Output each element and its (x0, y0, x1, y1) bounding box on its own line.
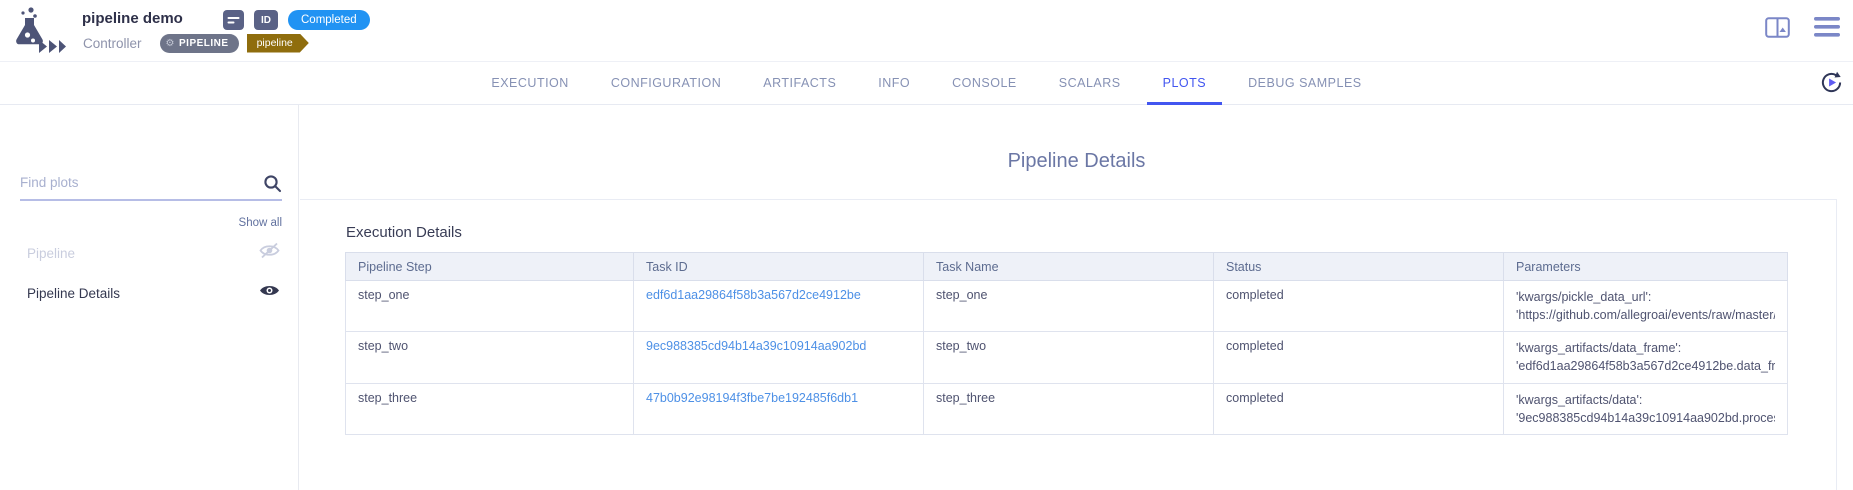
table-row: step_one edf6d1aa29864f58b3a567d2ce4912b… (346, 281, 1788, 332)
status-badge: Completed (288, 10, 370, 30)
experiment-flask-icon (8, 4, 66, 63)
tab-scalars[interactable]: SCALARS (1043, 62, 1137, 105)
id-badge[interactable]: ID (254, 10, 278, 30)
parameters-cell: 'kwargs_artifacts/data_frame': 'edf6d1aa… (1504, 332, 1788, 383)
plot-item-label: Pipeline Details (27, 286, 259, 301)
param-key: 'kwargs_artifacts/data': (1516, 391, 1775, 409)
tab-execution[interactable]: EXECUTION (475, 62, 584, 105)
header-actions (1765, 16, 1840, 43)
pipeline-step-cell: step_two (346, 332, 634, 383)
parameters-cell: 'kwargs/pickle_data_url': 'https://githu… (1504, 281, 1788, 332)
controller-label: Controller (83, 36, 142, 51)
parameters-cell: 'kwargs_artifacts/data': '9ec988385cd94b… (1504, 383, 1788, 434)
param-key: 'kwargs_artifacts/data_frame': (1516, 339, 1775, 357)
task-id-link[interactable]: edf6d1aa29864f58b3a567d2ce4912be (646, 288, 861, 302)
param-value: '9ec988385cd94b14a39c10914aa902bd.proces… (1516, 409, 1775, 427)
param-key: 'kwargs/pickle_data_url': (1516, 288, 1775, 306)
search-input[interactable] (20, 167, 256, 197)
execution-details-table: Pipeline Step Task ID Task Name Status P… (345, 252, 1788, 435)
task-name-cell: step_one (924, 281, 1214, 332)
user-tag-pipeline: pipeline (247, 34, 309, 53)
tab-plots[interactable]: PLOTS (1147, 62, 1223, 105)
top-header: pipeline demo Controller ⚙PIPELINE pipel… (0, 0, 1853, 62)
gear-icon: ⚙ (166, 38, 175, 49)
status-cell: completed (1214, 332, 1504, 383)
eye-icon[interactable] (259, 283, 280, 303)
tab-bar: EXECUTION CONFIGURATION ARTIFACTS INFO C… (0, 62, 1853, 105)
header-badges: ID Completed (223, 10, 370, 30)
experiment-title: pipeline demo (82, 10, 183, 27)
hamburger-menu-icon[interactable] (1814, 16, 1840, 43)
plot-card: Execution Details Pipeline Step Task ID … (300, 199, 1837, 490)
tab-debug-samples[interactable]: DEBUG SAMPLES (1232, 62, 1377, 105)
col-header-pipeline-step: Pipeline Step (346, 253, 634, 281)
col-header-task-name: Task Name (924, 253, 1214, 281)
col-header-task-id: Task ID (634, 253, 924, 281)
plots-sidebar: Show all Pipeline Pipeline Details (0, 105, 299, 490)
table-header-row: Pipeline Step Task ID Task Name Status P… (346, 253, 1788, 281)
task-name-cell: step_three (924, 383, 1214, 434)
plot-list-item-pipeline-details[interactable]: Pipeline Details (0, 273, 298, 313)
param-value: 'edf6d1aa29864f58b3a567d2ce4912be.data_f… (1516, 357, 1775, 375)
table-row: step_three 47b0b92e98194f3fbe7be192485f6… (346, 383, 1788, 434)
col-header-parameters: Parameters (1504, 253, 1788, 281)
status-cell: completed (1214, 383, 1504, 434)
pipeline-step-cell: step_one (346, 281, 634, 332)
plot-main-area: Pipeline Details Execution Details Pipel… (300, 105, 1853, 490)
description-notes-icon[interactable] (223, 10, 244, 30)
table-row: step_two 9ec988385cd94b14a39c10914aa902b… (346, 332, 1788, 383)
task-id-link[interactable]: 9ec988385cd94b14a39c10914aa902bd (646, 339, 866, 353)
split-view-icon[interactable] (1765, 17, 1790, 43)
eye-off-icon[interactable] (259, 242, 280, 264)
tab-artifacts[interactable]: ARTIFACTS (747, 62, 852, 105)
tab-configuration[interactable]: CONFIGURATION (595, 62, 737, 105)
param-value: 'https://github.com/allegroai/events/raw… (1516, 306, 1775, 324)
pipeline-step-cell: step_three (346, 383, 634, 434)
status-cell: completed (1214, 281, 1504, 332)
plot-list-item-pipeline[interactable]: Pipeline (0, 233, 298, 273)
app-window: pipeline demo Controller ⚙PIPELINE pipel… (0, 0, 1853, 490)
system-tag-pipeline: ⚙PIPELINE (160, 34, 239, 53)
plot-item-label: Pipeline (27, 246, 259, 261)
plot-list: Pipeline Pipeline Details (0, 233, 298, 313)
plot-title: Pipeline Details (300, 150, 1853, 173)
experiment-subrow: Controller ⚙PIPELINE pipeline (83, 33, 309, 53)
section-title: Execution Details (346, 224, 462, 241)
task-id-link[interactable]: 47b0b92e98194f3fbe7be192485f6db1 (646, 391, 858, 405)
search-icon[interactable] (263, 174, 282, 198)
auto-refresh-icon[interactable] (1820, 71, 1843, 99)
plot-search (20, 167, 282, 201)
tab-console[interactable]: CONSOLE (936, 62, 1033, 105)
tab-info[interactable]: INFO (862, 62, 926, 105)
task-name-cell: step_two (924, 332, 1214, 383)
show-all-link[interactable]: Show all (239, 217, 282, 229)
col-header-status: Status (1214, 253, 1504, 281)
